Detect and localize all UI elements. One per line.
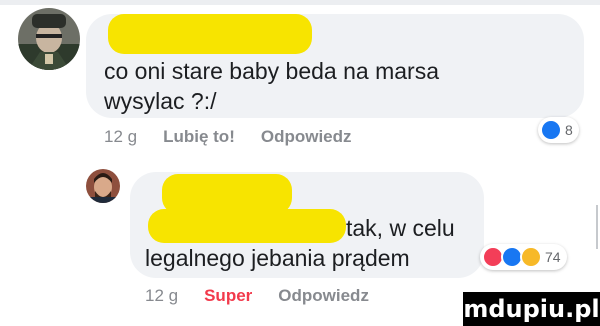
reaction-summary[interactable]: 74 xyxy=(480,244,567,270)
redacted-author-name xyxy=(162,174,292,214)
like-action[interactable]: Lubię to! xyxy=(163,127,235,146)
reply-action[interactable]: Odpowiedz xyxy=(261,127,352,146)
comment-actions: 12 g Super Odpowiedz xyxy=(145,286,369,306)
reaction-count: 8 xyxy=(565,122,573,138)
reply-action[interactable]: Odpowiedz xyxy=(278,286,369,305)
redacted-mention xyxy=(148,209,346,243)
reaction-summary[interactable]: 8 xyxy=(538,117,579,143)
comment-text-line: tak, w celu xyxy=(346,215,455,241)
comment-text-line: wysylac ?:/ xyxy=(104,88,217,114)
redacted-author-name xyxy=(108,14,312,54)
timestamp[interactable]: 12 g xyxy=(145,286,178,305)
timestamp[interactable]: 12 g xyxy=(104,127,137,146)
scrollbar[interactable] xyxy=(596,205,598,249)
watermark-logo: mdupiu.pl xyxy=(463,292,600,326)
commenter-avatar[interactable] xyxy=(86,169,120,203)
comment-actions: 12 g Lubię to! Odpowiedz xyxy=(104,127,352,147)
commenter-avatar[interactable] xyxy=(18,8,80,70)
comment-text-line: co oni stare baby beda na marsa xyxy=(104,58,439,84)
like-action[interactable]: Super xyxy=(204,286,252,305)
haha-icon xyxy=(520,246,542,268)
top-divider xyxy=(0,0,600,5)
like-icon xyxy=(540,119,562,141)
reaction-count: 74 xyxy=(545,249,561,265)
comment-text-line: legalnego jebania prądem xyxy=(145,245,410,271)
